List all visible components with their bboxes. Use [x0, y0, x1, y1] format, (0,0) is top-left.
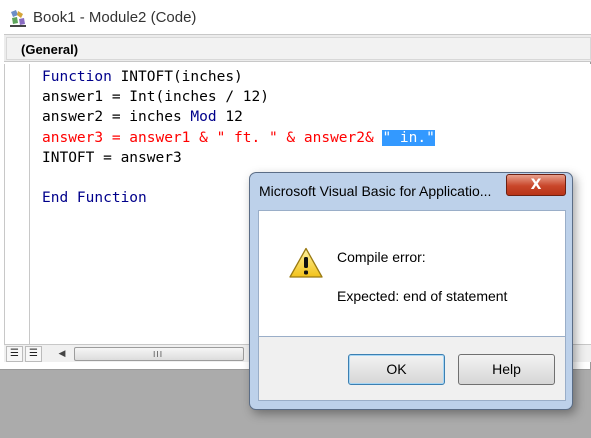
close-button[interactable]: X — [506, 174, 566, 196]
code-line[interactable]: answer1 = Int(inches / 12) — [42, 87, 435, 107]
object-dropdown[interactable]: (General) — [6, 37, 591, 60]
code-token: answer2 = inches — [42, 109, 191, 126]
error-heading: Compile error: — [337, 249, 426, 265]
code-line[interactable]: INTOFT = answer3 — [42, 148, 435, 168]
scroll-left-arrow-icon[interactable]: ◀ — [56, 347, 68, 361]
help-button[interactable]: Help — [458, 354, 555, 385]
horizontal-scroll-thumb[interactable]: III — [74, 347, 244, 361]
warning-icon — [289, 247, 323, 278]
dialog-title: Microsoft Visual Basic for Applicatio... — [259, 183, 492, 199]
window-title: Book1 - Module2 (Code) — [33, 9, 197, 26]
code-token: End Function — [42, 190, 147, 207]
compile-error-dialog: Microsoft Visual Basic for Applicatio...… — [249, 172, 573, 410]
code-token: Mod — [190, 109, 217, 126]
object-bar: (General) — [4, 34, 591, 62]
object-dropdown-value: (General) — [21, 42, 79, 57]
code-line[interactable]: answer2 = inches Mod 12 — [42, 107, 435, 127]
ok-button[interactable]: OK — [348, 354, 445, 385]
error-message: Expected: end of statement — [337, 288, 508, 304]
scroll-grip: III — [153, 350, 164, 359]
dialog-footer: OK Help — [258, 337, 566, 401]
code-token: answer1 = Int(inches / 12) — [42, 89, 269, 106]
code-token: answer3 = answer1 & " ft. " & answer2& — [42, 129, 383, 146]
title-bar: Book1 - Module2 (Code) — [0, 0, 591, 34]
dialog-body: Compile error: Expected: end of statemen… — [258, 210, 566, 337]
code-line[interactable]: Function INTOFT(inches) — [42, 67, 435, 87]
code-line[interactable]: answer3 = answer1 & " ft. " & answer2& "… — [42, 128, 435, 148]
code-token: 12 — [216, 109, 243, 126]
vba-module-icon — [10, 10, 26, 27]
code-token: INTOFT = answer3 — [42, 149, 182, 166]
selected-text: " in." — [382, 129, 435, 146]
code-token: INTOFT(inches) — [111, 69, 243, 85]
full-module-view-icon[interactable]: ☰ — [25, 346, 42, 362]
procedure-view-icon[interactable]: ☰ — [6, 346, 23, 362]
margin-indicator-bar[interactable] — [4, 64, 30, 344]
code-token: Function — [42, 69, 112, 85]
